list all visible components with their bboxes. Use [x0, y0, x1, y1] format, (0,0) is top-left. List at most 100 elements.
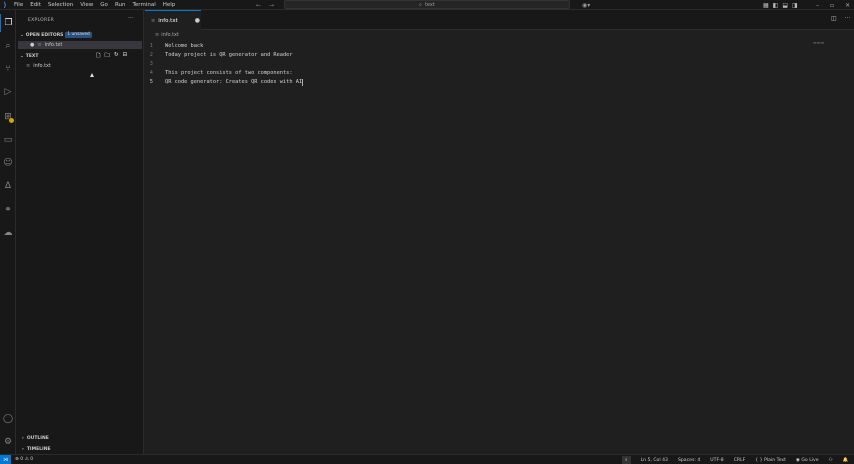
folder-header[interactable]: ⌄ TEXT 🗋 🗀 ↻ ⊟	[20, 52, 142, 60]
live-share-icon[interactable]: ⚭	[0, 201, 16, 219]
menu-terminal[interactable]: Terminal	[132, 2, 155, 8]
open-editor-filename: info.txt	[44, 42, 63, 48]
cursor-position[interactable]: Ln 5, Col 43	[641, 458, 668, 463]
editor-area: ≡ info.txt ● ◫ ··· ≡ info.txt ▬▬▬ 1 Welc…	[145, 10, 854, 454]
source-control-icon[interactable]: ⑂	[0, 60, 16, 78]
text-file-icon: ≡	[26, 63, 31, 69]
back-arrow-icon[interactable]: ←	[256, 2, 261, 9]
maximize-icon[interactable]: ▫	[830, 2, 834, 9]
breadcrumb[interactable]: ≡ info.txt	[155, 31, 179, 39]
menu-run[interactable]: Run	[115, 2, 126, 8]
unsaved-dot-icon[interactable]: ●	[30, 42, 34, 48]
go-live-button[interactable]: ◉ Go Live	[796, 458, 819, 463]
window-controls: – ▫ ✕	[816, 0, 850, 10]
code-editor[interactable]: 1 Welcome back 2 Today project is QR gen…	[145, 41, 845, 87]
nav-arrows: ← →	[256, 0, 274, 10]
zoom-icon[interactable]: ⌕	[622, 456, 631, 464]
indentation[interactable]: Spaces: 4	[678, 458, 700, 463]
tab-label: info.txt	[158, 17, 178, 24]
split-editor-icon[interactable]: ◫	[831, 15, 837, 22]
command-center[interactable]: ⌕ text	[284, 0, 570, 9]
command-center-text: text	[424, 1, 435, 8]
problems-count[interactable]: ⊗ 0 ⚠ 0	[15, 457, 33, 462]
mouse-pointer-icon	[90, 73, 94, 77]
language-mode[interactable]: { } Plain Text	[755, 458, 786, 463]
chevron-down-icon: ⌄	[20, 53, 24, 59]
status-right: ⌕ Ln 5, Col 43 Spaces: 4 UTF-8 CRLF { } …	[622, 455, 848, 464]
toggle-sidebar-icon[interactable]: ◧	[773, 2, 779, 9]
remote-explorer-icon[interactable]: ▭	[0, 131, 16, 149]
explorer-sidebar: EXPLORER ··· ⌄ OPEN EDITORS 1 unsaved ● …	[16, 10, 144, 454]
end-of-line[interactable]: CRLF	[734, 458, 746, 463]
status-left: ⊗ 0 ⚠ 0	[15, 457, 33, 462]
toggle-panel-icon[interactable]: ⬓	[782, 2, 788, 9]
gear-icon[interactable]: ⚙	[0, 433, 16, 451]
more-actions-icon[interactable]: ···	[845, 15, 851, 22]
timeline-section[interactable]: › TIMELINE	[22, 445, 51, 453]
copilot-icon[interactable]: ◉▾	[582, 0, 590, 10]
azure-icon[interactable]: Δ	[0, 177, 16, 195]
account-icon[interactable]: ◯	[0, 410, 16, 428]
open-editors-label: OPEN EDITORS	[25, 32, 64, 38]
line-text[interactable]: Welcome back	[165, 43, 203, 49]
copilot-chat-icon[interactable]: ☺	[0, 154, 16, 172]
extensions-icon[interactable]: ⊞	[0, 108, 16, 126]
outline-section[interactable]: › OUTLINE	[22, 434, 49, 442]
menu-view[interactable]: View	[80, 2, 93, 8]
code-line: 3	[145, 59, 845, 68]
encoding[interactable]: UTF-8	[710, 458, 723, 463]
menu-bar: File Edit Selection View Go Run Terminal…	[14, 2, 175, 8]
menu-edit[interactable]: Edit	[30, 2, 41, 8]
run-debug-icon[interactable]: ▷	[0, 83, 16, 101]
text-file-icon: ≡	[37, 42, 42, 48]
files-icon[interactable]: ❐	[0, 14, 16, 32]
open-editors-header[interactable]: ⌄ OPEN EDITORS 1 unsaved	[20, 31, 142, 39]
code-line: 1 Welcome back	[145, 41, 845, 50]
minimize-icon[interactable]: –	[816, 2, 819, 9]
forward-arrow-icon[interactable]: →	[269, 2, 274, 9]
unsaved-dot-icon[interactable]: ●	[195, 17, 200, 24]
menu-go[interactable]: Go	[100, 2, 108, 8]
customize-layout-icon[interactable]: ▦	[763, 2, 769, 9]
line-text[interactable]: This project consists of two components:	[165, 70, 293, 76]
new-folder-icon[interactable]: 🗀	[104, 52, 110, 61]
code-line: 4 This project consists of two component…	[145, 69, 845, 78]
toggle-secondary-sidebar-icon[interactable]: ◨	[792, 2, 798, 9]
line-number: 4	[149, 70, 153, 77]
tab-info-txt[interactable]: ≡ info.txt ●	[145, 10, 201, 30]
copilot-status-icon[interactable]: ⚇	[829, 458, 833, 463]
tree-file-item[interactable]: ≡ info.txt	[18, 62, 142, 70]
search-icon[interactable]: ⌕	[0, 37, 16, 55]
menu-file[interactable]: File	[14, 2, 23, 8]
line-text[interactable]: Today project is QR generator and Reader	[165, 52, 293, 58]
open-editor-item[interactable]: ● ≡ info.txt	[18, 41, 142, 49]
refresh-icon[interactable]: ↻	[114, 52, 119, 61]
notifications-bell-icon[interactable]: 🔔	[843, 458, 849, 463]
vscode-logo-icon: ⟩	[3, 0, 7, 9]
code-line: 5 QR code generator: Creates QR codes wi…	[145, 78, 845, 87]
outline-label: OUTLINE	[26, 435, 49, 441]
line-number: 2	[149, 51, 153, 58]
close-window-icon[interactable]: ✕	[845, 2, 850, 9]
activity-bar: ❐ ⌕ ⑂ ▷ ⊞ ▭ ☺ Δ ⚭ ☁ ◯ ⚙	[0, 10, 16, 454]
line-number: 1	[149, 42, 153, 49]
braces-icon: { }	[755, 457, 763, 463]
chevron-right-icon: ›	[22, 446, 24, 452]
docker-icon[interactable]: ☁	[0, 224, 16, 242]
menu-help[interactable]: Help	[163, 2, 176, 8]
collapse-all-icon[interactable]: ⊟	[123, 52, 128, 61]
more-actions-icon[interactable]: ···	[128, 15, 134, 22]
breadcrumb-file: info.txt	[161, 32, 179, 38]
tree-filename: info.txt	[33, 63, 51, 69]
chevron-right-icon: ›	[22, 435, 24, 441]
editor-actions: ◫ ···	[831, 15, 850, 22]
remote-indicator-icon[interactable]: ⋊	[0, 454, 11, 464]
line-number: 5	[149, 79, 153, 86]
line-text[interactable]: QR code generator: Creates QR codes with…	[165, 79, 302, 85]
code-line: 2 Today project is QR generator and Read…	[145, 50, 845, 59]
folder-label: TEXT	[25, 53, 39, 59]
tab-bar: ≡ info.txt ● ◫ ···	[145, 10, 854, 30]
broadcast-icon: ◉	[795, 457, 800, 463]
menu-selection[interactable]: Selection	[48, 2, 73, 8]
new-file-icon[interactable]: 🗋	[96, 52, 100, 61]
